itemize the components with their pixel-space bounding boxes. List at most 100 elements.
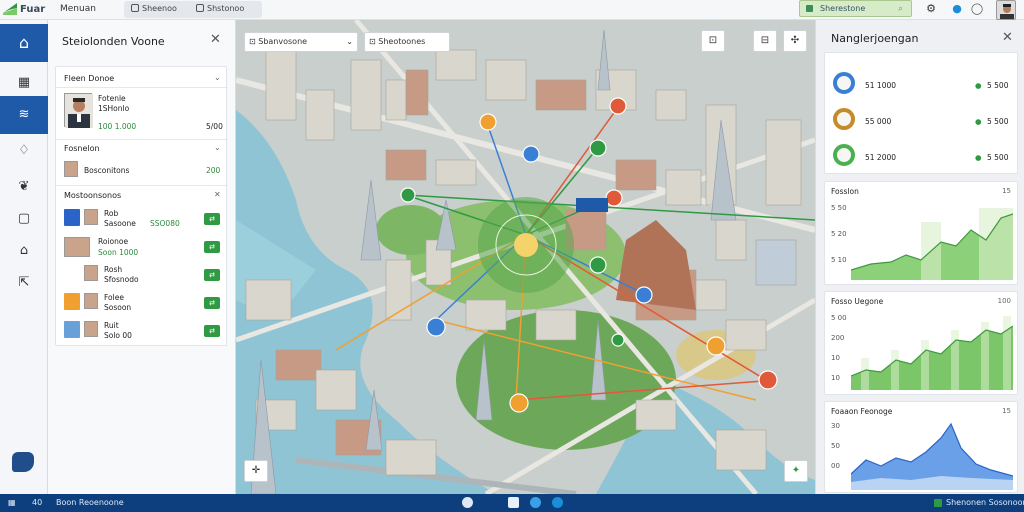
item-thumbnail [84,321,98,337]
chart-card-3: Foaaon Feonoge 15 30 50 00 [824,401,1018,493]
tab-1-icon [131,4,139,12]
compass-icon: ✦ [791,465,801,476]
close-icon[interactable]: ✕ [1002,30,1013,45]
search-input[interactable]: Sherestone ⌕ [799,0,912,17]
chevron-down-icon[interactable]: ⌄ [214,143,221,152]
waves-icon: ≋ [18,107,30,122]
tab-2[interactable]: Shstonoo [196,4,244,13]
close-icon[interactable]: ✕ [214,190,221,199]
action-button[interactable]: ⇄ [204,325,220,337]
share-icon[interactable] [462,497,473,508]
list-item-name: Folee [104,293,124,302]
chart-corner-label: 15 [1002,407,1011,415]
locate-button[interactable]: ✛ [244,460,268,482]
item-thumbnail [64,161,78,177]
zoom-fit-button[interactable]: ⊡ [701,30,725,52]
status-number: 40 [32,498,43,507]
search-value: Sherestone [820,4,866,13]
status-ok-icon [934,499,942,507]
action-button[interactable]: ⇄ [204,269,220,281]
person-value: 100 1.000 [98,122,137,131]
home-icon: ⌂ [18,33,30,52]
nav-waves[interactable]: ≋ [0,96,48,134]
section-header: Mostoonsonos [64,191,122,200]
list-item-detail: SSO080 [150,219,180,228]
search-icon[interactable]: ⌕ [898,4,903,14]
layer-filter-value: Sbanvosone [258,37,308,46]
y-tick: 10 [831,354,840,362]
item-thumbnail [84,293,98,309]
crosshair-icon: ✛ [251,465,261,476]
list-item-sub: Sasoone [104,219,136,228]
move-icon: ✣ [790,35,800,46]
metric-ring-icon [833,72,855,94]
close-icon[interactable]: ✕ [210,32,221,47]
list-item-name: Rob [104,209,119,218]
car-icon: ⇱ [18,275,30,290]
status-right-text: Shenonen Sosonoon [946,498,1024,507]
info-card: Fleen Donoe ⌄ Fotenle 1SHonlo 100 1.000 … [55,66,228,346]
person-icon [65,94,93,128]
chart-card-1: Fosslon 15 5 50 5 20 5 10 [824,181,1018,285]
assistant-icon[interactable] [12,452,34,472]
metric-check-icon: ● [975,81,982,90]
compass-button[interactable]: ✦ [784,460,808,482]
help-icon[interactable]: ● [950,2,964,16]
globe-icon[interactable]: ◯ [970,2,984,16]
layer-filter-select[interactable]: ⊡ Sbanvosone ⌄ [244,32,358,52]
city-map[interactable]: ⊡ Sbanvosone ⌄ ⊡ Sheotoones ⊡ ⊟ ✣ ✛ ✦ [236,20,815,494]
pan-button[interactable]: ✣ [783,30,807,52]
chat-icon[interactable] [552,497,563,508]
view-filter-select[interactable]: ⊡ Sheotoones [364,32,450,52]
metric-ring-icon [833,144,855,166]
divider [56,87,228,88]
metric-label: 55 000 [865,117,892,126]
chevron-down-icon[interactable]: ⌄ [214,73,221,82]
chart-corner-label: 100 [997,297,1011,305]
tab-1[interactable]: Sheenoo [131,4,177,13]
y-tick: 5 20 [831,230,847,238]
grid-icon[interactable]: ▦ [8,498,16,507]
item-label: Bosconitons [84,166,130,175]
action-button[interactable]: ⇄ [204,213,220,225]
main-menu[interactable]: Menuan [60,4,96,14]
tab-2-icon [196,4,204,12]
file-icon: ▢ [17,211,31,226]
bell-icon: ♢ [18,143,30,158]
tab-1-label: Sheenoo [142,4,177,13]
chart-title: Foaaon Feonoge [831,407,893,416]
metric-ring-icon [833,108,855,130]
user-avatar[interactable] [996,0,1016,20]
action-button[interactable]: ⇄ [204,297,220,309]
list-item-name: Ruit [104,321,119,330]
left-panel: Steiolonden Voone ✕ Fleen Donoe ⌄ Fotenl… [48,20,236,494]
person-photo [64,93,93,128]
item-thumbnail [84,265,98,281]
metric-value: 5 500 [987,81,1009,90]
app-brand: Fuar [20,4,46,15]
chart-title: Fosso Uegone [831,297,884,306]
list-item-sub: Sosoon [104,303,132,312]
nav-transport[interactable]: ⇱ [0,264,48,302]
tab-2-label: Shstonoo [207,4,245,13]
map-canvas [236,20,815,494]
section-header: Fosnelon [64,144,100,153]
panel-title: Nanglerjoengan [831,32,919,45]
person-extra: 5/00 [206,122,223,131]
view-icon: ⊡ [369,37,379,46]
y-tick: 5 00 [831,314,847,322]
metric-label: 51 2000 [865,153,897,162]
nav-alerts[interactable]: ♢ [0,132,48,170]
list-item-name: Rosh [104,265,123,274]
layers-button[interactable]: ⊟ [753,30,777,52]
settings-icon[interactable]: ⚙ [924,2,938,16]
browser-icon[interactable] [530,497,541,508]
top-tabs: Sheenoo Shstonoo [124,1,262,18]
nav-home[interactable]: ⌂ [0,24,48,62]
metric-label: 51 1000 [865,81,897,90]
section-header: Fleen Donoe [64,74,115,83]
window-icon[interactable] [508,497,519,508]
y-tick: 10 [831,374,840,382]
person-subtitle: 1SHonlo [98,104,130,113]
action-button[interactable]: ⇄ [204,241,220,253]
